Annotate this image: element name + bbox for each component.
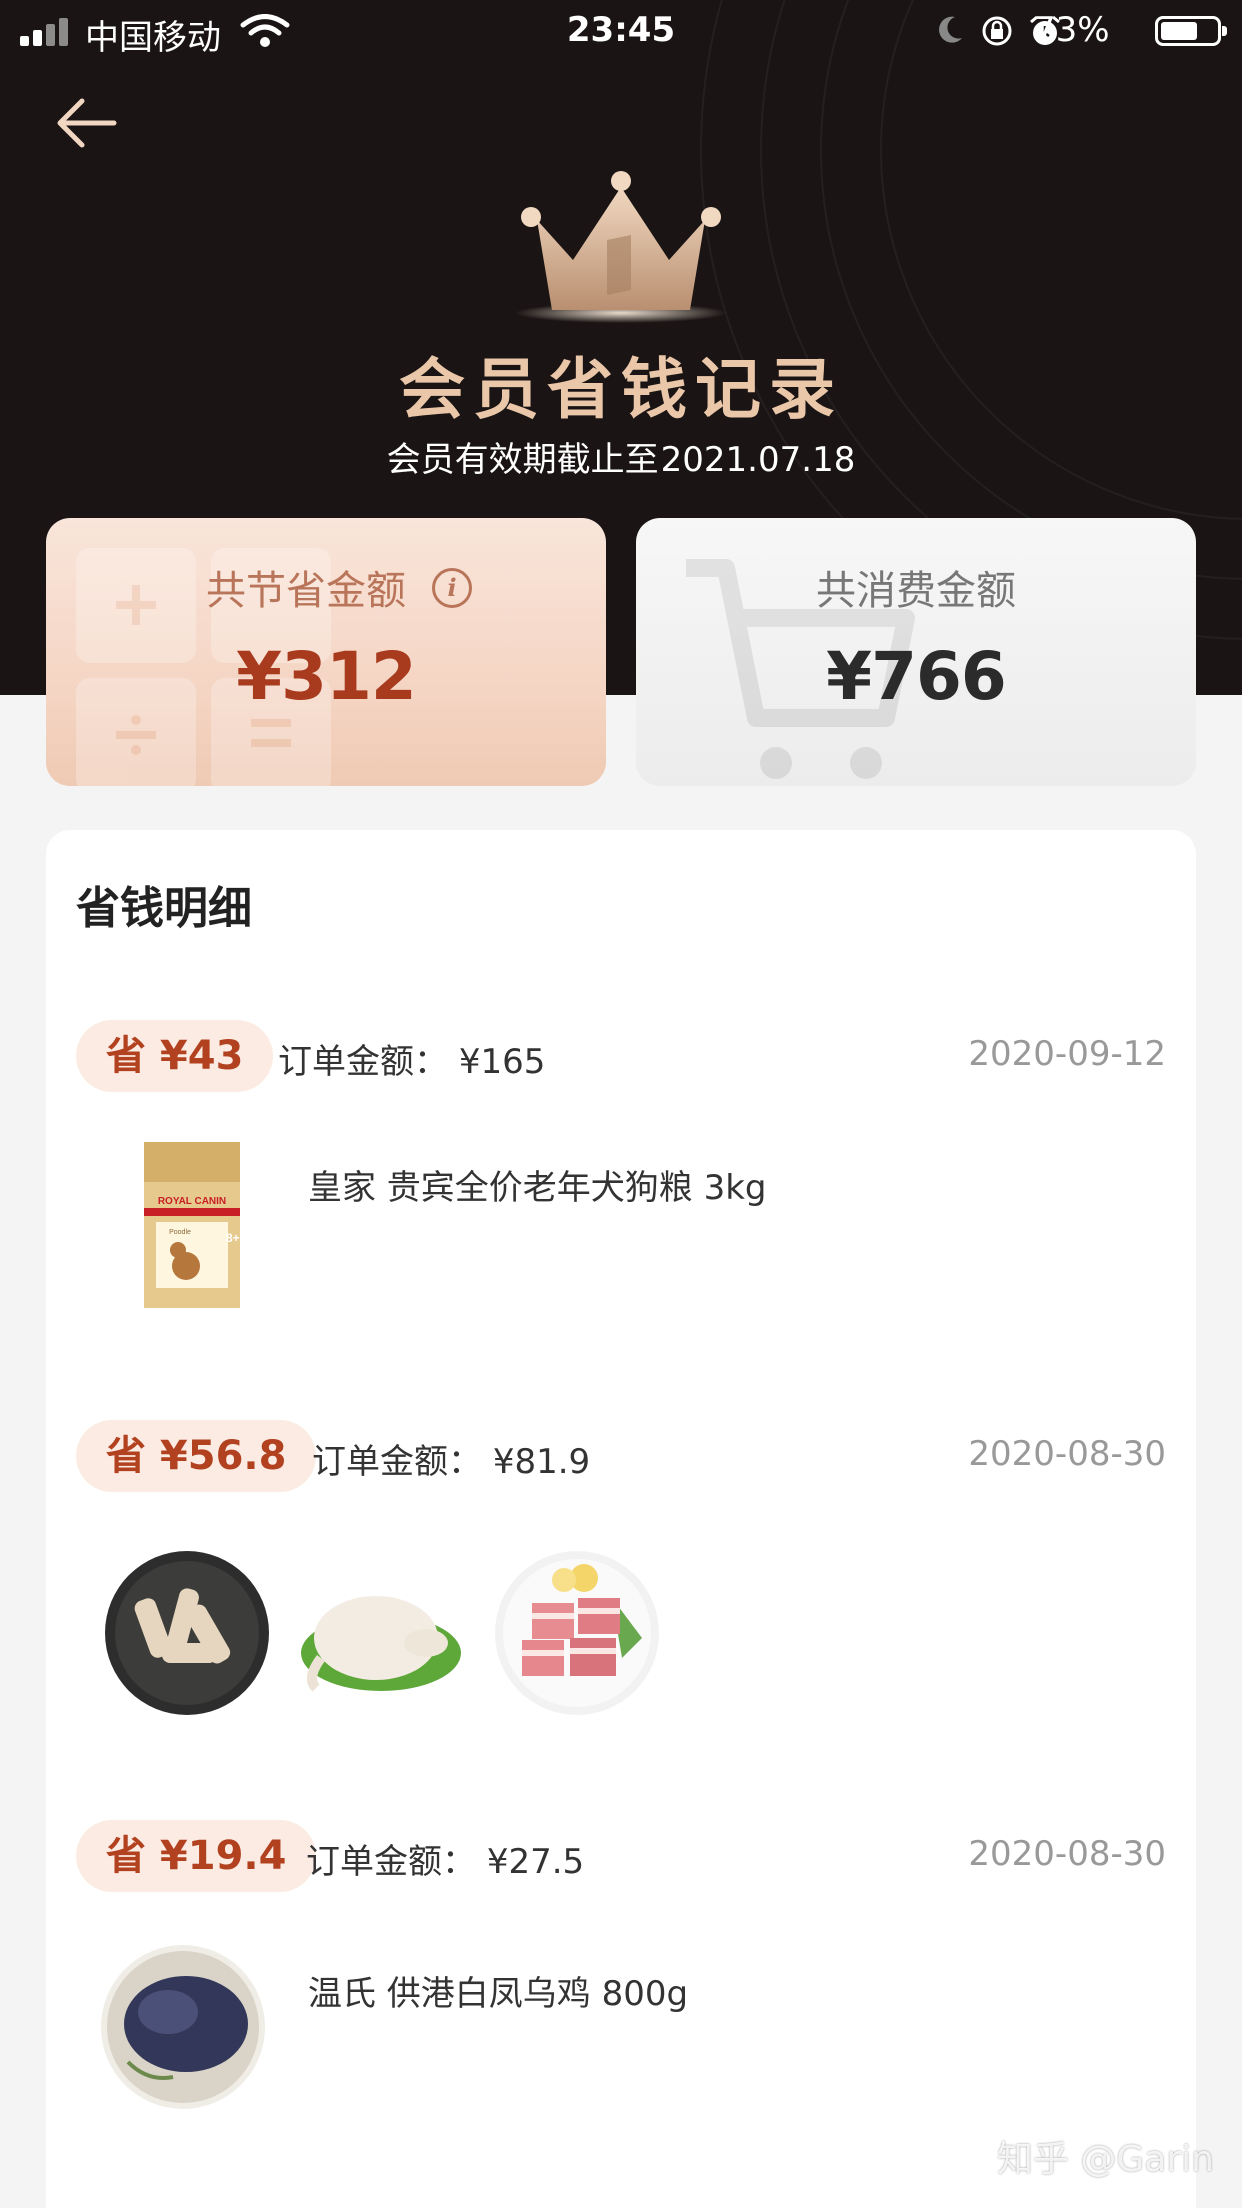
savings-details-panel: 省钱明细 省 ¥43 订单金额： ¥165 2020-09-12 ROYAL C… xyxy=(46,830,1196,2208)
saved-amount-badge: 省 ¥43 xyxy=(76,1020,274,1092)
membership-validity: 会员有效期截止至2021.07.18 xyxy=(0,432,1242,481)
fried-chicken-product-image xyxy=(105,1551,269,1715)
order-amount: 订单金额： ¥81.9 xyxy=(312,1442,591,1482)
order-amount: 订单金额： ¥165 xyxy=(278,1042,546,1082)
savings-label: 共节省金额 xyxy=(206,568,406,614)
whole-duck-product-image xyxy=(301,1596,461,1692)
battery-percentage: 73% xyxy=(1034,10,1110,50)
order-date: 2020-08-30 xyxy=(968,1834,1166,1874)
info-icon[interactable]: i xyxy=(432,568,472,608)
order-amount: 订单金额： ¥27.5 xyxy=(306,1842,585,1882)
spend-amount: ¥766 xyxy=(826,638,1007,715)
battery-icon xyxy=(1155,16,1227,46)
order-date: 2020-09-12 xyxy=(968,1034,1166,1074)
spend-label: 共消费金额 xyxy=(816,568,1016,614)
validity-date: 2021.07.18 xyxy=(660,440,856,480)
product-name: 皇家 贵宾全价老年犬狗粮 3kg xyxy=(308,1168,767,1208)
section-title: 省钱明细 xyxy=(76,872,252,938)
savings-amount: ¥312 xyxy=(236,638,417,715)
total-savings-card: 共节省金额 i ¥312 xyxy=(46,518,606,786)
watermark: 知乎 @Garin xyxy=(996,2139,1214,2180)
saved-amount-badge: 省 ¥19.4 xyxy=(76,1820,317,1892)
status-bar: 中国移动 23:45 73% xyxy=(0,0,1242,62)
saved-amount-badge: 省 ¥56.8 xyxy=(76,1420,317,1492)
black-chicken-product-image xyxy=(101,1945,265,2109)
do-not-disturb-icon xyxy=(939,16,962,43)
order-date: 2020-08-30 xyxy=(968,1434,1166,1474)
crown-icon xyxy=(515,171,727,323)
product-name: 温氏 供港白凤乌鸡 800g xyxy=(308,1974,689,2014)
rotation-lock-icon xyxy=(982,16,1012,46)
page-title: 会员省钱记录 xyxy=(399,351,843,428)
product-variety-text: Poodle xyxy=(169,1229,191,1236)
product-brand-text: ROYAL CANIN xyxy=(158,1196,226,1207)
pork-belly-product-image xyxy=(495,1551,659,1715)
dog-food-product-image: ROYAL CANIN Poodle 8+ xyxy=(144,1142,240,1308)
product-age-text: 8+ xyxy=(226,1231,240,1245)
total-spend-card: 共消费金额 ¥766 xyxy=(636,518,1196,786)
back-arrow-icon[interactable] xyxy=(52,88,122,158)
validity-label: 会员有效期截止至 xyxy=(386,440,659,480)
